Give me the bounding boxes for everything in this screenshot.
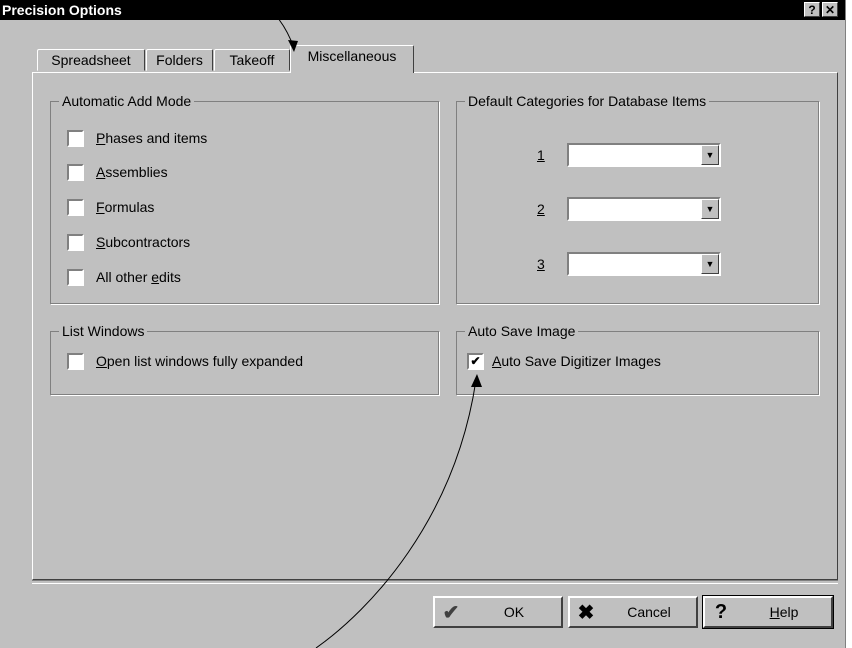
callout-arrows bbox=[257, 0, 482, 648]
